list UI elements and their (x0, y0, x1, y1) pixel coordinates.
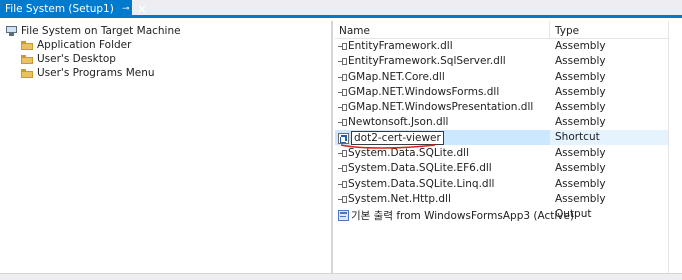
list-item[interactable]: System.Data.SQLite.Linq.dll Assembly (335, 177, 682, 192)
item-name: EntityFramework.SqlServer.dll (348, 55, 506, 67)
reference-icon (338, 72, 347, 83)
project-output-icon (338, 210, 349, 221)
list-item[interactable]: System.Data.SQLite.EF6.dll Assembly (335, 161, 682, 176)
item-name: GMap.NET.Core.dll (348, 71, 445, 83)
item-type: Assembly (555, 55, 606, 67)
close-icon[interactable]: ✕ (137, 3, 146, 16)
tree-item-label: User's Programs Menu (37, 67, 155, 79)
file-system-tree: File System on Target Machine Applicatio… (0, 21, 333, 273)
item-type: Assembly (555, 147, 606, 159)
item-name: EntityFramework.dll (348, 40, 453, 52)
tree-item-users-programs-menu[interactable]: User's Programs Menu (21, 66, 155, 80)
column-header-name[interactable]: Name (339, 25, 370, 37)
reference-icon (338, 179, 347, 190)
list-item[interactable]: GMap.NET.WindowsForms.dll Assembly (335, 85, 682, 100)
item-name: Newtonsoft.Json.dll (348, 116, 449, 128)
item-type: Assembly (555, 40, 606, 52)
shortcut-icon (338, 132, 349, 144)
item-name: System.Net.Http.dll (348, 193, 451, 205)
reference-icon (338, 163, 347, 174)
reference-icon (338, 102, 347, 113)
list-item[interactable]: GMap.NET.Core.dll Assembly (335, 70, 682, 85)
list-item[interactable]: Newtonsoft.Json.dll Assembly (335, 115, 682, 130)
item-type: Assembly (555, 86, 606, 98)
tree-root-file-system[interactable]: File System on Target Machine (6, 24, 181, 38)
item-type: Assembly (555, 116, 606, 128)
tree-item-label: User's Desktop (37, 53, 116, 65)
tree-item-application-folder[interactable]: Application Folder (21, 38, 131, 52)
item-name: System.Data.SQLite.EF6.dll (348, 162, 492, 174)
list-header: Name Type (335, 21, 682, 39)
item-type: Assembly (555, 193, 606, 205)
rename-input[interactable]: dot2-cert-viewer (351, 131, 444, 145)
tab-file-system-setup1[interactable]: File System (Setup1) ⊸ ✕ (0, 0, 147, 18)
list-item[interactable]: EntityFramework.SqlServer.dll Assembly (335, 54, 682, 69)
reference-icon (338, 117, 347, 128)
reference-icon (338, 194, 347, 205)
list-item-selected[interactable]: dot2-cert-viewer Shortcut (335, 130, 682, 145)
tree-item-users-desktop[interactable]: User's Desktop (21, 52, 116, 66)
tree-item-label: Application Folder (37, 39, 132, 51)
bottom-status-strip (0, 273, 682, 280)
item-name: System.Data.SQLite.Linq.dll (348, 178, 495, 190)
column-header-type[interactable]: Type (555, 25, 579, 37)
list-item[interactable]: System.Net.Http.dll Assembly (335, 192, 682, 207)
reference-icon (338, 87, 347, 98)
item-name: 기본 출력 from WindowsFormsApp3 (Active) (351, 210, 575, 222)
folder-icon (21, 54, 33, 64)
list-item[interactable]: GMap.NET.WindowsPresentation.dll Assembl… (335, 100, 682, 115)
pin-icon[interactable]: ⊸ (122, 4, 130, 14)
reference-icon (338, 56, 347, 67)
item-name: GMap.NET.WindowsPresentation.dll (348, 101, 534, 113)
computer-icon (6, 26, 17, 36)
list-item[interactable]: 기본 출력 from WindowsFormsApp3 (Active) Out… (335, 207, 682, 222)
column-separator[interactable] (549, 21, 550, 39)
red-underline-annotation (340, 144, 436, 149)
item-type: Shortcut (555, 131, 600, 143)
tab-title: File System (Setup1) (5, 3, 114, 15)
item-type: Assembly (555, 101, 606, 113)
right-scroll-edge (668, 21, 682, 273)
list-item[interactable]: EntityFramework.dll Assembly (335, 39, 682, 54)
item-name: GMap.NET.WindowsForms.dll (348, 86, 500, 98)
reference-icon (338, 41, 347, 52)
tree-root-label: File System on Target Machine (21, 25, 181, 37)
document-tab-strip: File System (Setup1) ⊸ ✕ (0, 0, 682, 18)
folder-icon (21, 40, 33, 50)
item-type: Assembly (555, 162, 606, 174)
folder-icon (21, 68, 33, 78)
item-type: Output (555, 208, 592, 220)
item-type: Assembly (555, 178, 606, 190)
item-type: Assembly (555, 71, 606, 83)
